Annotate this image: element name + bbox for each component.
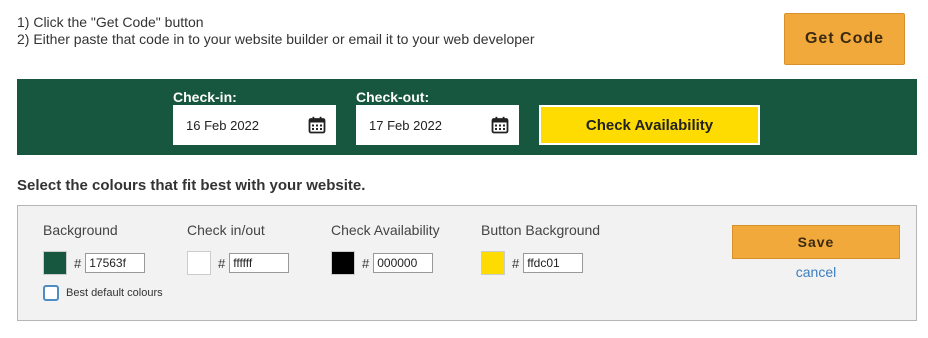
cancel-link[interactable]: cancel [732,264,900,280]
checkout-date-field[interactable]: 17 Feb 2022 [356,105,519,145]
background-hex-input[interactable] [85,253,146,273]
best-default-colours-option[interactable]: Best default colours [43,285,163,301]
calendar-icon[interactable] [491,116,509,134]
colour-swatch[interactable] [481,251,505,275]
hash-label: # [512,255,520,271]
colour-swatch[interactable] [187,251,211,275]
colour-label: Button Background [481,222,601,238]
colour-label: Check in/out [187,222,265,238]
hash-label: # [74,255,82,271]
colour-option-background: Background # [43,222,146,275]
colour-settings-panel: Background # Check in/out # Check Availa… [17,205,917,321]
checkout-label: Check-out: [356,89,430,105]
checkin-date-value: 16 Feb 2022 [186,117,260,133]
instruction-step-1: 1) Click the "Get Code" button [17,14,204,30]
colour-option-check-availability: Check Availability # [331,222,440,275]
colour-label: Background [43,222,118,238]
best-default-checkbox[interactable] [43,285,59,301]
check-availability-button[interactable]: Check Availability [539,105,760,145]
best-default-label: Best default colours [66,287,163,299]
checkin-date-field[interactable]: 16 Feb 2022 [173,105,336,145]
colour-swatch[interactable] [43,251,67,275]
button-background-hex-input[interactable] [523,253,584,273]
colour-swatch[interactable] [331,251,355,275]
checkin-label: Check-in: [173,89,237,105]
section-title: Select the colours that fit best with yo… [17,177,366,194]
colour-option-checkinout: Check in/out # [187,222,290,275]
get-code-button[interactable]: Get Code [784,13,905,65]
calendar-icon[interactable] [308,116,326,134]
save-button[interactable]: Save [732,225,900,259]
checkout-date-value: 17 Feb 2022 [369,117,443,133]
instruction-step-2: 2) Either paste that code in to your web… [17,31,535,47]
colour-option-button-background: Button Background # [481,222,601,275]
checkinout-hex-input[interactable] [229,253,290,273]
check-availability-hex-input[interactable] [373,253,434,273]
hash-label: # [218,255,226,271]
instructions: 1) Click the "Get Code" button 2) Either… [17,14,535,48]
booking-widget-preview: Check-in: 16 Feb 2022 Check-out: 17 Feb … [17,79,917,155]
hash-label: # [362,255,370,271]
colour-label: Check Availability [331,222,440,238]
